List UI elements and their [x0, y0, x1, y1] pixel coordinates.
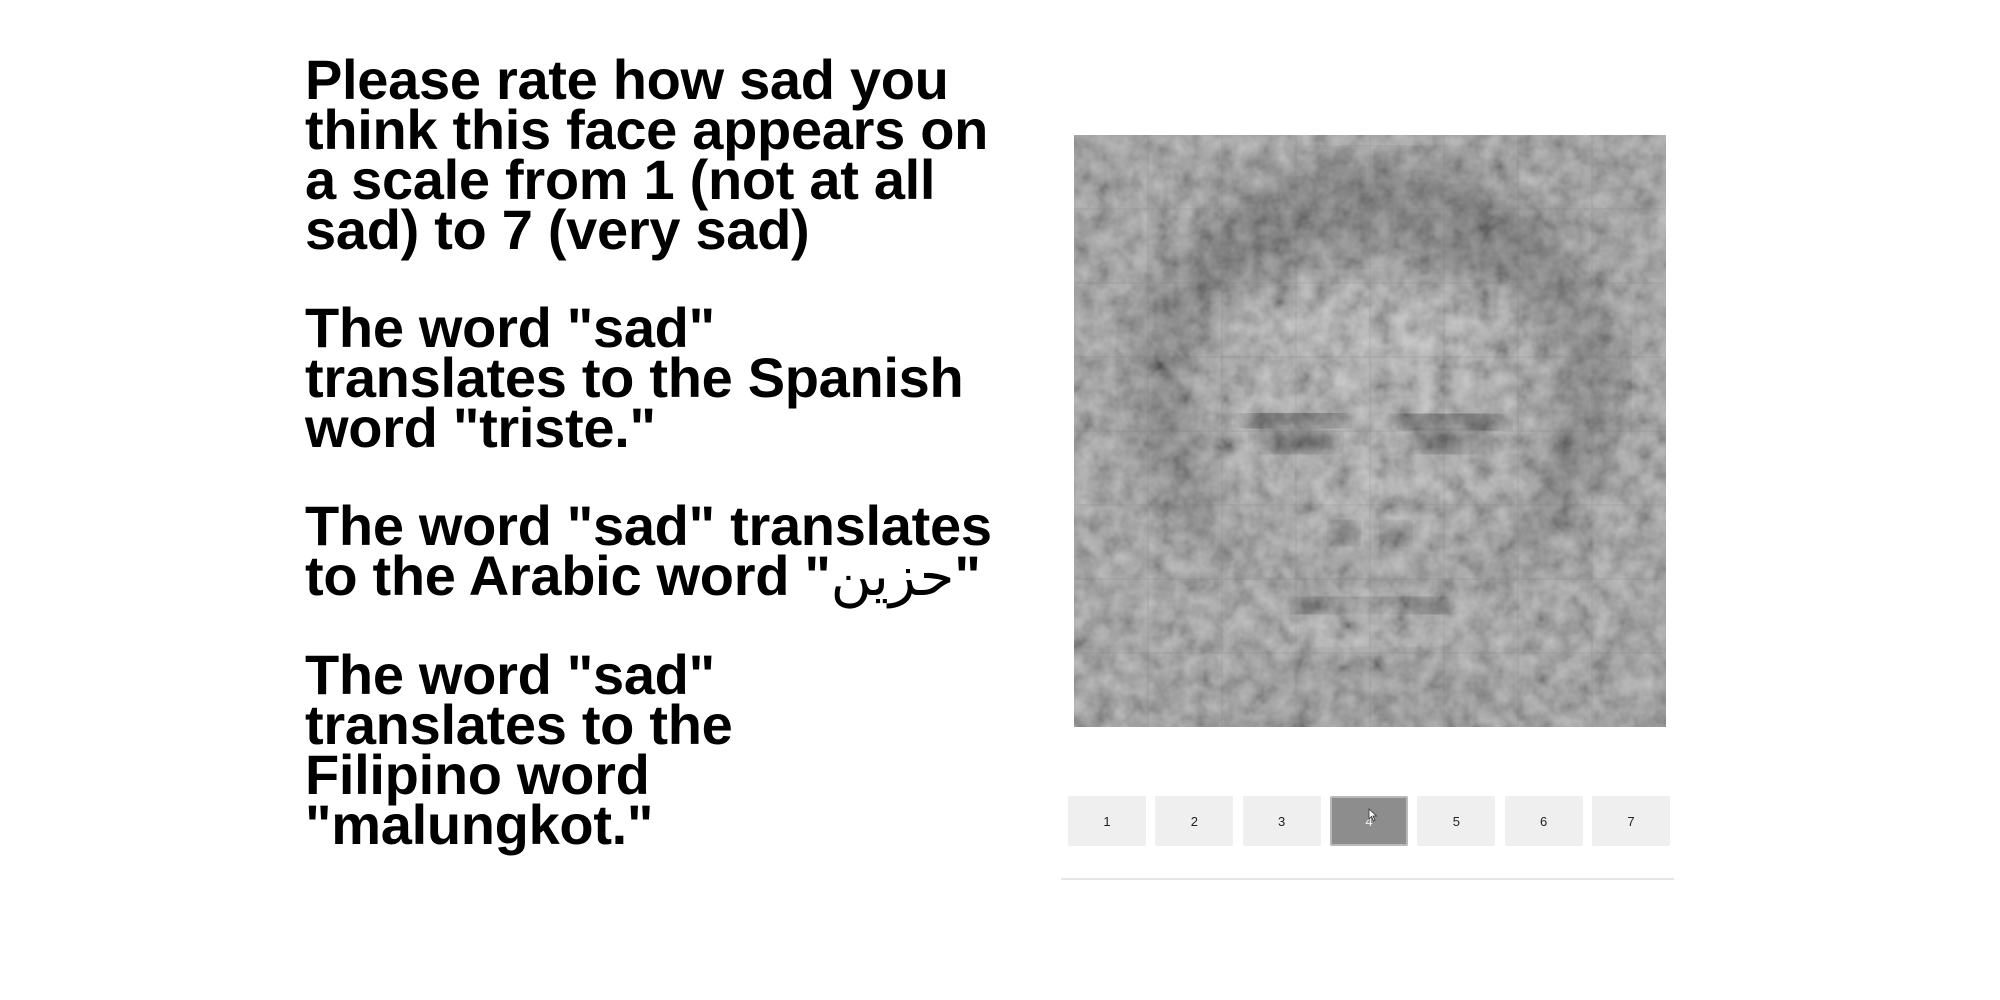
- face-image: [1074, 135, 1666, 727]
- spanish-translation-text: The word "sad" translates to the Spanish…: [305, 296, 964, 459]
- prompt-text: Please rate how sad you think this face …: [305, 48, 989, 261]
- rating-button-3[interactable]: 3: [1242, 796, 1321, 846]
- instructions-panel: Please rate how sad you think this face …: [305, 48, 1025, 898]
- rating-button-5[interactable]: 5: [1417, 796, 1496, 846]
- arabic-translation-suffix: ": [954, 544, 981, 607]
- rating-button-6[interactable]: 6: [1504, 796, 1583, 846]
- rating-button-7[interactable]: 7: [1591, 796, 1670, 846]
- arabic-word: حزين: [830, 544, 955, 609]
- mouse-pointer-icon: [1368, 808, 1378, 822]
- rating-button-4[interactable]: 4: [1329, 796, 1408, 846]
- arabic-translation-text: The word "sad" translates to the Arabic …: [305, 498, 1025, 605]
- rating-scale: 1 2 3 4 5 6 7: [1068, 796, 1670, 850]
- filipino-translation-text: The word "sad" translates to the Filipin…: [305, 643, 733, 856]
- rating-button-1[interactable]: 1: [1068, 796, 1146, 846]
- rating-button-2[interactable]: 2: [1155, 796, 1234, 846]
- divider-line: [1061, 878, 1674, 880]
